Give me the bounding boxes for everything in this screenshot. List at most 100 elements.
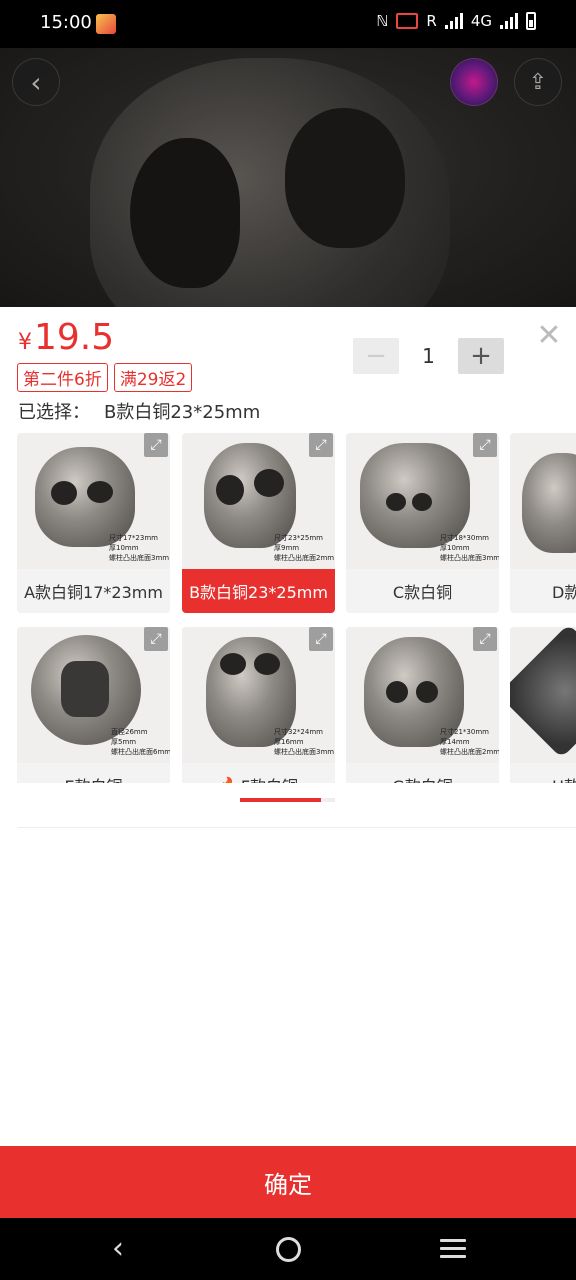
variant-card-e[interactable]: 直径26mm 厚5mm 螺柱凸出底面6mm ⤢ E款白铜: [17, 627, 170, 783]
size-line: 螺柱凸出底面6mm: [111, 748, 170, 756]
skull-eye: [87, 481, 113, 503]
size-line: 螺柱凸出底面3mm: [109, 554, 170, 562]
divider: [18, 827, 576, 828]
size-line: 厚10mm: [440, 544, 470, 552]
variant-image: 尺寸32*24mm 厚16mm 螺柱凸出底面3mm ⤢: [182, 627, 335, 763]
expand-icon[interactable]: ⤢: [144, 433, 168, 457]
cross-image: [510, 627, 576, 759]
variant-image: 尺寸18*30mm 厚10mm 螺柱凸出底面3mm ⤢: [346, 433, 499, 569]
signal-icon: [444, 13, 463, 29]
nfc-icon: ℕ: [376, 12, 389, 30]
goggle-lens: [220, 653, 246, 675]
skull-eye: [386, 681, 408, 703]
skull-eye: [216, 475, 244, 505]
size-line: 螺柱凸出底面3mm: [440, 554, 499, 562]
network-indicator: R: [426, 12, 437, 30]
skull-eye: [386, 493, 406, 511]
variant-image: [510, 627, 576, 763]
status-icons: ℕ R 4G: [376, 12, 536, 30]
sku-panel: ¥ 19.5 ✕ 第二件6折 满29返2 − 1 + 已选择： B款白铜23*25…: [0, 307, 576, 1146]
variant-label: E款白铜: [17, 763, 170, 783]
size-line: 螺柱凸出底面2mm: [440, 748, 499, 756]
quantity-stepper: − 1 +: [353, 337, 504, 375]
size-line: 尺寸21*30mm: [440, 728, 489, 736]
variant-label-wrap: 🔥F款白铜: [182, 763, 335, 783]
size-line: 螺柱凸出底面2mm: [274, 554, 335, 562]
expand-icon[interactable]: ⤢: [309, 433, 333, 457]
variant-image: 尺寸21*30mm 厚14mm 螺柱凸出底面2mm ⤢: [346, 627, 499, 763]
status-bar: 15:00 ℕ R 4G: [0, 0, 576, 48]
skull-eye: [254, 469, 284, 497]
skull-image: [522, 453, 576, 553]
variant-image: 直径26mm 厚5mm 螺柱凸出底面6mm ⤢: [17, 627, 170, 763]
variant-label: C款白铜: [346, 569, 499, 613]
nav-home-icon[interactable]: [276, 1237, 301, 1262]
size-line: 厚10mm: [109, 544, 139, 552]
chevron-left-icon: ‹: [30, 65, 42, 99]
battery-icon: [526, 12, 536, 30]
price: ¥ 19.5: [18, 317, 114, 358]
hot-fire-icon: 🔥: [219, 776, 239, 784]
cast-icon: [396, 13, 419, 29]
status-time: 15:00: [40, 12, 92, 33]
variant-label: F款白铜: [241, 773, 298, 783]
close-icon: ✕: [536, 318, 562, 353]
price-symbol: ¥: [18, 330, 32, 355]
selected-label: 已选择：: [18, 402, 90, 423]
size-line: 直径26mm: [111, 728, 148, 736]
quantity-value[interactable]: 1: [399, 344, 458, 368]
size-line: 尺寸32*24mm: [274, 728, 323, 736]
app-notification-icon: [96, 14, 116, 34]
selected-variant: 已选择： B款白铜23*25mm: [18, 398, 274, 424]
avatar-button[interactable]: [450, 58, 498, 106]
skull-eye: [416, 681, 438, 703]
expand-icon[interactable]: ⤢: [309, 627, 333, 651]
promo-tag: 满29返2: [113, 363, 193, 392]
product-hero-image: ‹ ⇪: [0, 48, 576, 307]
variant-card-c[interactable]: 尺寸18*30mm 厚10mm 螺柱凸出底面3mm ⤢ C款白铜: [346, 433, 499, 613]
nav-menu-icon[interactable]: [440, 1239, 466, 1259]
close-button[interactable]: ✕: [534, 321, 564, 351]
size-line: 厚5mm: [111, 738, 137, 746]
variant-label: D款: [510, 569, 576, 613]
variant-card-d[interactable]: D款: [510, 433, 576, 613]
variant-image: 尺寸23*25mm 厚9mm 螺柱凸出底面2mm ⤢: [182, 433, 335, 569]
variant-card-f[interactable]: 尺寸32*24mm 厚16mm 螺柱凸出底面3mm ⤢ 🔥F款白铜: [182, 627, 335, 783]
goggle-lens: [254, 653, 280, 675]
skull-eye: [51, 481, 77, 505]
size-line: 厚14mm: [440, 738, 470, 746]
size-line: 尺寸18*30mm: [440, 534, 489, 542]
decrease-quantity-button[interactable]: −: [353, 338, 399, 374]
nav-back-icon[interactable]: ‹: [112, 1234, 136, 1264]
size-line: 尺寸17*23mm: [109, 534, 158, 542]
horizontal-scroll-indicator: [240, 798, 335, 802]
size-line: 厚16mm: [274, 738, 304, 746]
expand-icon[interactable]: ⤢: [473, 433, 497, 457]
signal-4g-icon: [500, 13, 518, 29]
share-icon: ⇪: [528, 69, 548, 95]
hand-engraving: [61, 661, 109, 717]
variant-label: G款白铜: [346, 763, 499, 783]
network-type: 4G: [470, 12, 492, 30]
size-line: 螺柱凸出底面3mm: [274, 748, 335, 756]
price-value: 19.5: [34, 317, 115, 358]
confirm-button[interactable]: 确定: [0, 1146, 576, 1218]
variant-card-h[interactable]: H款: [510, 627, 576, 783]
back-button[interactable]: ‹: [12, 58, 60, 106]
variant-image: [510, 433, 576, 569]
expand-icon[interactable]: ⤢: [144, 627, 168, 651]
increase-quantity-button[interactable]: +: [458, 338, 504, 374]
promo-tag: 第二件6折: [17, 363, 108, 392]
skull-eye: [412, 493, 432, 511]
variant-label: A款白铜17*23mm: [17, 569, 170, 613]
variant-label: B款白铜23*25mm: [182, 569, 335, 613]
system-nav-bar: ‹: [0, 1218, 576, 1280]
variant-card-g[interactable]: 尺寸21*30mm 厚14mm 螺柱凸出底面2mm ⤢ G款白铜: [346, 627, 499, 783]
variant-image: 尺寸17*23mm 厚10mm 螺柱凸出底面3mm ⤢: [17, 433, 170, 569]
variant-grid: 尺寸17*23mm 厚10mm 螺柱凸出底面3mm ⤢ A款白铜17*23mm …: [17, 433, 576, 783]
variant-label: H款: [510, 763, 576, 783]
variant-card-b[interactable]: 尺寸23*25mm 厚9mm 螺柱凸出底面2mm ⤢ B款白铜23*25mm: [182, 433, 335, 613]
share-button[interactable]: ⇪: [514, 58, 562, 106]
variant-card-a[interactable]: 尺寸17*23mm 厚10mm 螺柱凸出底面3mm ⤢ A款白铜17*23mm: [17, 433, 170, 613]
expand-icon[interactable]: ⤢: [473, 627, 497, 651]
